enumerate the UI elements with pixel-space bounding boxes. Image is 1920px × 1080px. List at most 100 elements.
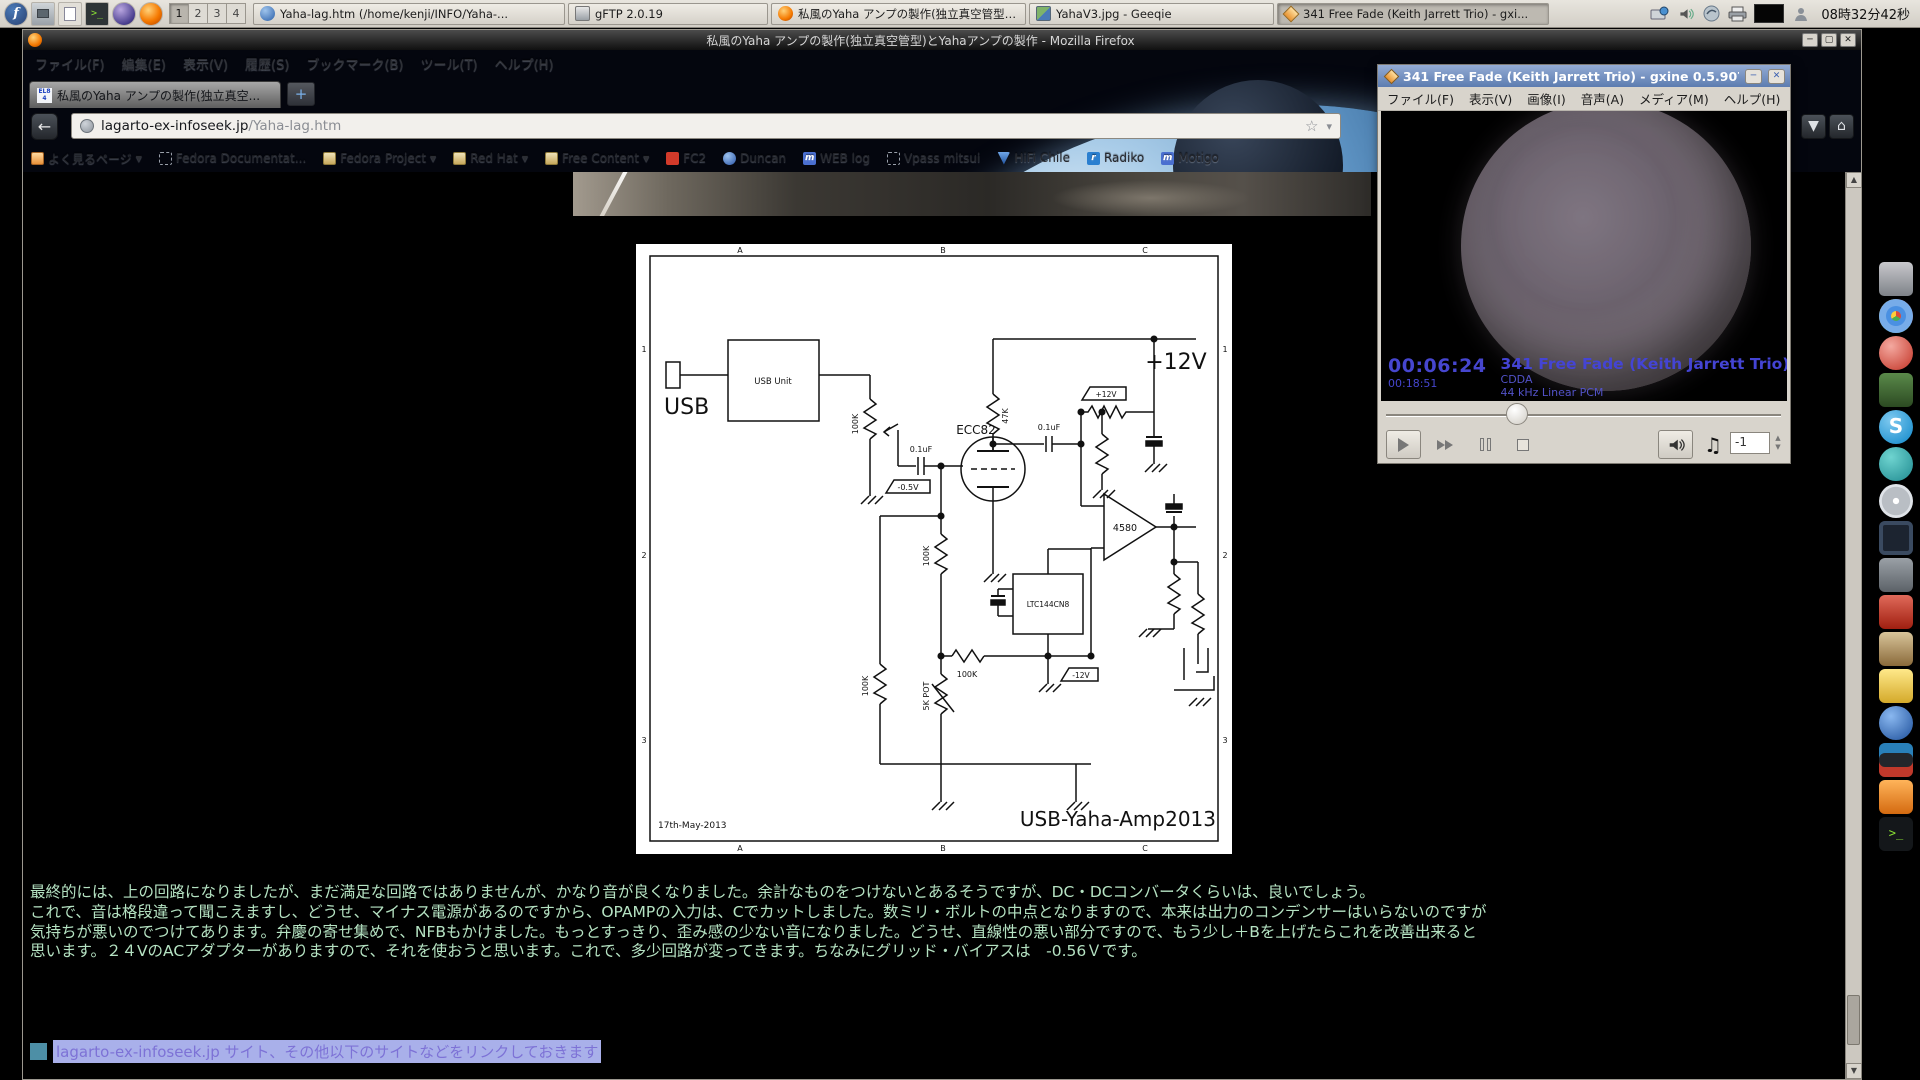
editor-icon[interactable]	[1879, 632, 1913, 666]
page-scrollbar[interactable]: ▲ ▼	[1845, 172, 1861, 1079]
bookmark-most-visited[interactable]: よく見るページ▼	[31, 150, 142, 167]
close-button[interactable]: ✕	[1840, 33, 1856, 47]
site-link[interactable]: lagarto-ex-infoseek.jp サイト、その他以下のサイトなどをリ…	[53, 1040, 601, 1063]
tab-favicon: EL84	[37, 88, 52, 103]
gxine-menu-image[interactable]: 画像(I)	[1527, 89, 1565, 108]
gxine-video-area[interactable]: 00:06:24 00:18:51 341 Free Fade (Keith J…	[1381, 111, 1787, 401]
taskbar-window-gftp[interactable]: gFTP 2.0.19	[568, 3, 768, 25]
menu-bookmarks[interactable]: ブックマーク(B)	[306, 54, 403, 73]
tab-yaha-page[interactable]: EL84 私風のYaha アンプの製作(独立真空...	[29, 81, 281, 108]
stop-button[interactable]	[1508, 430, 1538, 459]
gxine-menu-help[interactable]: ヘルプ(H)	[1724, 89, 1781, 108]
spinbox-arrows[interactable]: ▲▼	[1771, 432, 1785, 454]
terminal-launcher-icon[interactable]: >_	[85, 2, 109, 26]
play-button[interactable]	[1386, 430, 1421, 459]
url-dropdown-icon[interactable]: ▾	[1326, 120, 1332, 133]
bookmark-fedora-project[interactable]: Fedora Project▼	[323, 151, 436, 165]
speed-spinbox[interactable]: -1	[1730, 432, 1770, 454]
maximize-button[interactable]: ▢	[1821, 33, 1837, 47]
bookmark-free-content[interactable]: Free Content▼	[545, 151, 649, 165]
menu-tools[interactable]: ツール(T)	[421, 54, 478, 73]
camera-icon[interactable]	[1879, 262, 1913, 296]
bookmark-radiko[interactable]: rRadiko	[1087, 151, 1144, 165]
site-identity-icon[interactable]	[80, 119, 94, 133]
keyboard-layout-icon[interactable]	[1650, 5, 1669, 22]
gxine-close-button[interactable]: ✕	[1768, 69, 1785, 84]
bookmark-duncan[interactable]: Duncan	[723, 151, 786, 165]
video-editor-icon[interactable]	[1879, 743, 1913, 777]
printer-icon[interactable]	[1728, 5, 1747, 22]
scroll-down-icon[interactable]: ▼	[1846, 1063, 1862, 1079]
taskbar-window-yaha-lag[interactable]: Yaha-lag.htm (/home/kenji/INFO/Yaha-...	[253, 3, 565, 25]
spin-down-icon: ▼	[1775, 443, 1780, 452]
terminal-icon[interactable]: >_	[1879, 817, 1913, 851]
svg-text:LTC144CN8: LTC144CN8	[1027, 600, 1070, 609]
back-button[interactable]: ←	[31, 113, 58, 140]
menu-history[interactable]: 履歴(S)	[245, 54, 289, 73]
bookmark-red-hat[interactable]: Red Hat▼	[453, 151, 528, 165]
chat-icon[interactable]	[1879, 447, 1913, 481]
fast-forward-button[interactable]	[1428, 430, 1462, 459]
downloads-button[interactable]: ▼	[1801, 114, 1826, 139]
taskbar-window-gxine[interactable]: 341 Free Fade (Keith Jarrett Trio) - gxi…	[1277, 3, 1549, 25]
gxine-menu-audio[interactable]: 音声(A)	[1581, 89, 1624, 108]
url-bar[interactable]: lagarto-ex-infoseek.jp/Yaha-lag.htm ☆ ▾	[71, 113, 1341, 139]
workspace-4[interactable]: 4	[226, 3, 246, 24]
workspace-1[interactable]: 1	[169, 3, 189, 24]
taskbar-window-firefox[interactable]: 私風のYaha アンプの製作(独立真空管型)...	[771, 3, 1026, 25]
orange-app-icon[interactable]	[1879, 780, 1913, 814]
new-tab-button[interactable]: +	[287, 82, 315, 106]
bookmark-star-icon[interactable]: ☆	[1305, 117, 1318, 135]
bookmark-vpass[interactable]: Vpass mitsui	[887, 151, 980, 165]
gray-app-icon[interactable]	[1879, 558, 1913, 592]
gxine-menu-file[interactable]: ファイル(F)	[1387, 89, 1454, 108]
browser-icon[interactable]	[1879, 299, 1913, 333]
firefox-titlebar[interactable]: 私風のYaha アンプの製作(独立真空管型)とYahaアンプの製作 - Mozi…	[23, 30, 1861, 50]
gxine-menu-media[interactable]: メディア(M)	[1639, 89, 1709, 108]
screenshot-icon[interactable]	[31, 2, 55, 26]
pdf-reader-icon[interactable]	[1879, 595, 1913, 629]
menu-edit[interactable]: 編集(E)	[122, 54, 166, 73]
fedora-menu-icon[interactable]: f	[4, 2, 28, 26]
mute-button[interactable]	[1658, 430, 1693, 459]
workspace-3[interactable]: 3	[207, 3, 227, 24]
svg-text:100K: 100K	[861, 675, 870, 696]
url-text[interactable]: lagarto-ex-infoseek.jp/Yaha-lag.htm	[101, 118, 341, 134]
blue-app-icon[interactable]	[1879, 706, 1913, 740]
skype-icon[interactable]: S	[1879, 410, 1913, 444]
user-status-icon[interactable]	[1791, 5, 1810, 22]
bookmark-hifi-chile[interactable]: HiFi Chile	[997, 151, 1070, 165]
seek-track[interactable]	[1386, 414, 1781, 416]
minimize-button[interactable]: ─	[1802, 33, 1818, 47]
bookmark-fedora-doc[interactable]: Fedora Documentat...	[159, 151, 306, 165]
green-app-icon[interactable]	[1879, 373, 1913, 407]
gxine-minimize-button[interactable]: ─	[1745, 69, 1762, 84]
taskbar-window-geeqie[interactable]: YahaV3.jpg - Geeqie	[1029, 3, 1274, 25]
gxine-menu-view[interactable]: 表示(V)	[1469, 89, 1512, 108]
monitor-icon[interactable]	[1879, 521, 1913, 555]
firefox-launcher-icon[interactable]	[139, 2, 163, 26]
bookmark-motigo[interactable]: mMotigo	[1161, 151, 1219, 165]
web-globe-icon[interactable]	[112, 2, 136, 26]
firefox-window-icon	[28, 33, 42, 47]
gxine-titlebar[interactable]: 341 Free Fade (Keith Jarrett Trio) - gxi…	[1378, 65, 1790, 87]
scrollbar-thumb[interactable]	[1847, 995, 1860, 1045]
cd-player-icon[interactable]	[1879, 484, 1913, 518]
seek-handle[interactable]	[1506, 403, 1528, 425]
seek-slider[interactable]	[1378, 401, 1790, 428]
bookmark-web-log[interactable]: mWEB log	[803, 151, 870, 165]
menu-file[interactable]: ファイル(F)	[35, 54, 105, 73]
pause-button[interactable]	[1470, 430, 1500, 459]
volume-icon[interactable]	[1676, 5, 1695, 22]
menu-help[interactable]: ヘルプ(H)	[495, 54, 554, 73]
mascot-icon[interactable]	[1879, 336, 1913, 370]
notes-icon[interactable]	[1879, 669, 1913, 703]
bookmark-fc2[interactable]: FC2	[666, 151, 706, 165]
files-icon[interactable]	[58, 2, 82, 26]
video-preview-tray-icon[interactable]	[1754, 4, 1784, 23]
app-swirl-icon[interactable]	[1702, 5, 1721, 22]
workspace-2[interactable]: 2	[188, 3, 208, 24]
home-button[interactable]: ⌂	[1829, 114, 1854, 139]
scroll-up-icon[interactable]: ▲	[1846, 172, 1862, 188]
menu-view[interactable]: 表示(V)	[183, 54, 228, 73]
